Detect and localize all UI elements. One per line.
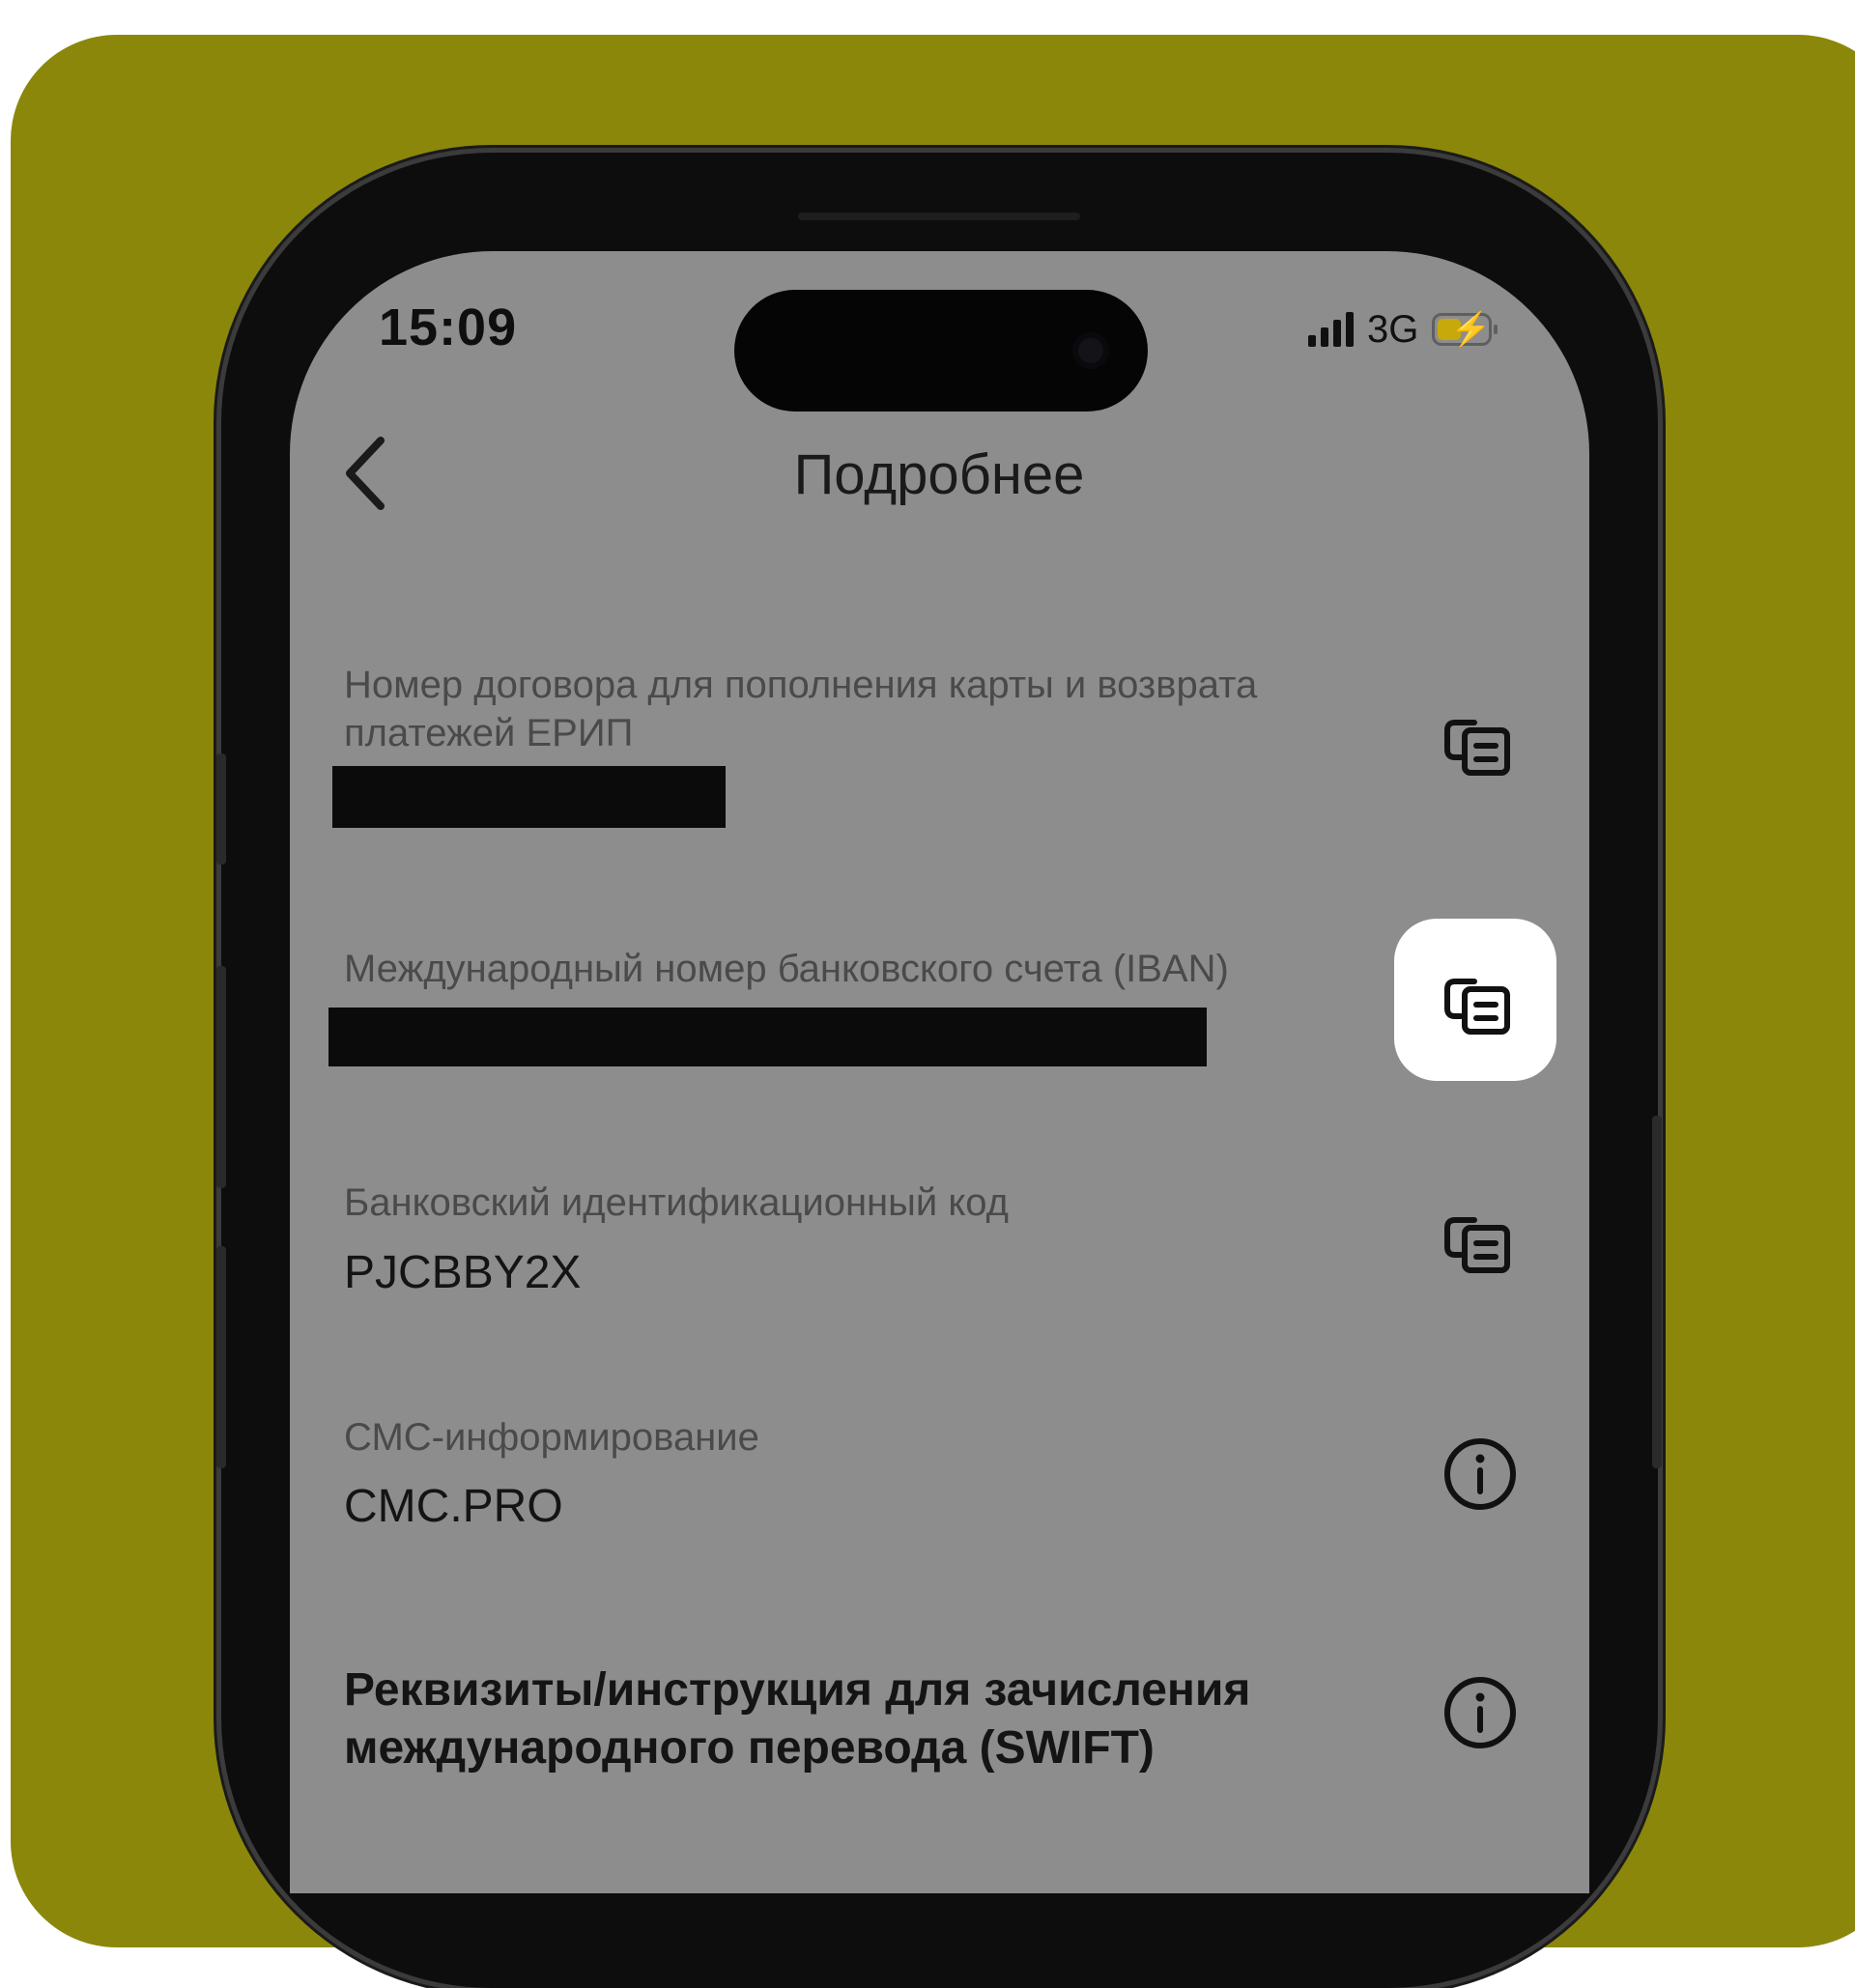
back-arrow-icon[interactable] bbox=[340, 435, 388, 512]
row-label-swift[interactable]: Реквизиты/инструкция для зачисления межд… bbox=[344, 1661, 1310, 1777]
row-label-sms: СМС-информирование bbox=[344, 1416, 759, 1459]
redacted-iban bbox=[328, 1008, 1207, 1066]
info-icon[interactable] bbox=[1441, 1435, 1519, 1513]
status-indicators: 3G ⚡ bbox=[1308, 305, 1498, 354]
row-label-contract-number: Номер договора для пополнения карты и во… bbox=[344, 664, 1258, 754]
copy-icon[interactable] bbox=[1441, 705, 1519, 782]
volume-up-button bbox=[216, 966, 226, 1188]
network-type: 3G bbox=[1367, 307, 1419, 351]
earpiece bbox=[798, 213, 1080, 220]
power-button bbox=[1652, 1116, 1662, 1468]
row-value-sms: CMC.PRO bbox=[344, 1481, 563, 1532]
volume-down-button bbox=[216, 1246, 226, 1468]
info-icon[interactable] bbox=[1441, 1674, 1519, 1751]
row-label-bic: Банковский идентификационный код bbox=[344, 1181, 1009, 1224]
action-button bbox=[216, 753, 226, 865]
signal-icon bbox=[1308, 312, 1354, 347]
battery-icon: ⚡ bbox=[1432, 311, 1498, 348]
copy-icon[interactable] bbox=[1441, 964, 1519, 1041]
redacted-contract-number bbox=[332, 766, 726, 828]
dynamic-island bbox=[734, 290, 1148, 412]
page-title: Подробнее bbox=[793, 443, 1085, 506]
row-value-bic: PJCBBY2X bbox=[344, 1247, 582, 1298]
camera-icon bbox=[1072, 332, 1109, 369]
copy-icon[interactable] bbox=[1441, 1203, 1519, 1280]
status-time: 15:09 bbox=[379, 298, 518, 356]
row-label-iban: Международный номер банковского счета (I… bbox=[344, 948, 1229, 990]
